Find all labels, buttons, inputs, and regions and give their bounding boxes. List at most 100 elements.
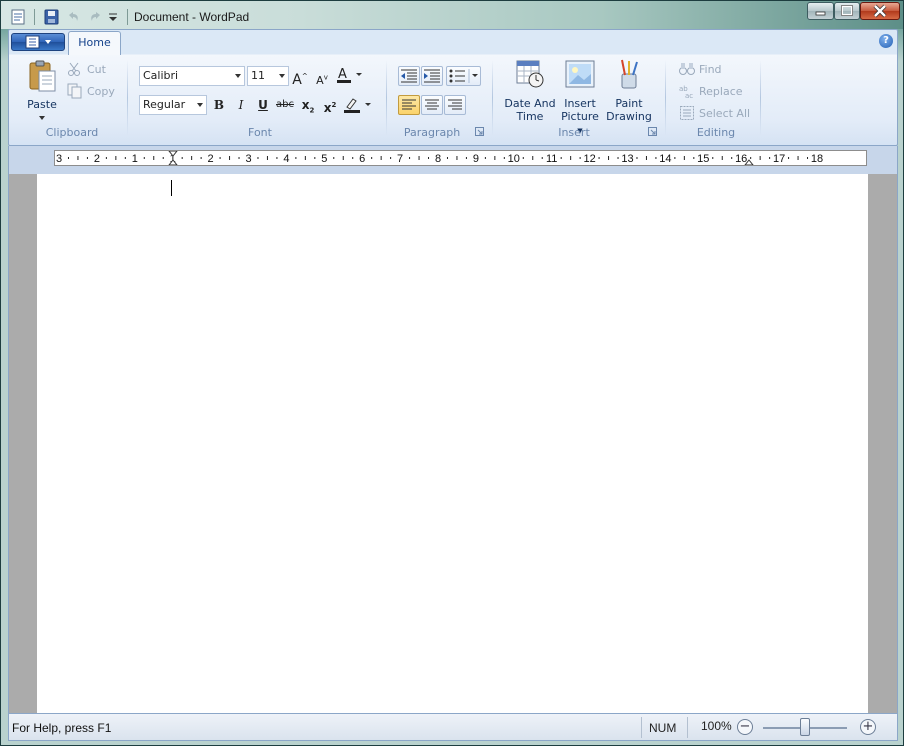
plus-icon: + xyxy=(862,719,874,734)
font-style-combo[interactable]: Regular xyxy=(139,95,207,115)
cut-label: Cut xyxy=(87,62,106,76)
cut-button[interactable]: Cut xyxy=(67,60,106,78)
ruler-label: 3 xyxy=(245,153,251,165)
font-style-value: Regular xyxy=(143,98,186,111)
chevron-down-icon xyxy=(279,74,285,78)
ruler-label: 5 xyxy=(321,153,327,165)
tab-home[interactable]: Home xyxy=(68,31,121,55)
strikethrough-icon: abc xyxy=(276,99,294,110)
insert-picture-label-1: Insert xyxy=(564,97,596,110)
close-button[interactable] xyxy=(860,2,900,20)
underline-icon: U xyxy=(258,98,268,112)
replace-icon: ab ac xyxy=(679,85,693,99)
wordpad-app-icon[interactable] xyxy=(11,9,25,25)
ruler-label: 12 xyxy=(583,153,595,165)
select-all-button[interactable]: Select All xyxy=(679,104,750,122)
zoom-level[interactable]: 100% xyxy=(701,719,732,733)
font-size-value: 11 xyxy=(251,69,265,82)
chevron-down-icon xyxy=(197,103,203,107)
ruler-label: 16 xyxy=(735,153,747,165)
decrease-indent-icon xyxy=(401,69,417,83)
align-center-icon xyxy=(425,99,439,110)
calendar-clock-icon xyxy=(516,60,544,88)
zoom-out-button[interactable]: − xyxy=(737,719,753,735)
clipboard-group-label: Clipboard xyxy=(45,126,99,139)
date-time-button[interactable]: Date And Time xyxy=(503,58,557,123)
paragraph-dialog-launcher-icon[interactable] xyxy=(475,127,484,136)
status-help-text: For Help, press F1 xyxy=(12,721,112,735)
paste-button[interactable]: Paste xyxy=(23,59,61,120)
insert-group-label: Insert xyxy=(558,126,590,139)
insert-dialog-launcher-icon[interactable] xyxy=(648,127,657,136)
ruler[interactable]: 3 2 1 1 2 3 4 5 6 7 8 9 10 11 12 13 14 15 16 17 18 xyxy=(54,150,867,166)
ruler-label: 1 xyxy=(132,153,138,165)
binoculars-icon xyxy=(679,63,695,75)
superscript-icon: x2 xyxy=(323,101,337,115)
copy-button[interactable]: Copy xyxy=(67,82,115,100)
replace-button[interactable]: ab ac Replace xyxy=(679,82,743,100)
close-icon xyxy=(873,4,887,18)
ruler-scale: 3 2 1 1 2 3 4 5 6 7 8 9 10 11 12 13 14 15 16 17 18 xyxy=(56,151,823,165)
italic-icon: I xyxy=(238,98,244,112)
help-icon[interactable]: ? xyxy=(879,34,893,48)
maximize-icon xyxy=(841,5,853,16)
status-bar: For Help, press F1 NUM 100% − + xyxy=(8,713,898,741)
group-separator xyxy=(492,60,493,136)
ruler-label: 6 xyxy=(359,153,365,165)
date-time-label-2: Time xyxy=(516,110,544,123)
subscript-button[interactable]: x2 xyxy=(298,95,318,115)
shrink-font-button[interactable]: Av xyxy=(312,67,332,87)
align-left-button[interactable] xyxy=(398,95,420,115)
find-button[interactable]: Find xyxy=(679,60,722,78)
paste-icon xyxy=(29,60,56,92)
save-icon[interactable] xyxy=(43,9,61,25)
superscript-button[interactable]: x2 xyxy=(320,95,340,115)
italic-button[interactable]: I xyxy=(231,95,251,115)
highlight-color-button[interactable] xyxy=(342,95,374,115)
wordpad-window: Document - WordPad Home ? Paste Cut Copy… xyxy=(0,0,904,746)
font-size-combo[interactable]: 11 xyxy=(247,66,289,86)
ruler-label: 15 xyxy=(697,153,709,165)
chevron-down-icon xyxy=(235,74,241,78)
customize-qat-icon[interactable] xyxy=(107,9,119,25)
text-caret xyxy=(171,180,172,196)
paint-drawing-button[interactable]: Paint Drawing xyxy=(605,58,653,123)
font-color-button[interactable]: A xyxy=(335,65,363,85)
ribbon: Home ? Paste Cut Copy Clipboard Calibri … xyxy=(8,29,898,146)
paint-drawing-label-1: Paint xyxy=(615,97,643,110)
bold-button[interactable]: B xyxy=(209,95,229,115)
find-label: Find xyxy=(699,62,722,76)
zoom-in-button[interactable]: + xyxy=(860,719,876,735)
ruler-label: 7 xyxy=(397,153,403,165)
increase-indent-icon xyxy=(424,69,440,83)
qat-separator xyxy=(34,9,35,25)
highlighter-icon xyxy=(344,98,371,113)
font-family-combo[interactable]: Calibri xyxy=(139,66,245,86)
minimize-button[interactable] xyxy=(807,2,834,20)
group-separator xyxy=(127,60,128,136)
document-page[interactable] xyxy=(37,174,868,713)
undo-icon[interactable] xyxy=(64,9,82,25)
align-center-button[interactable] xyxy=(421,95,443,115)
font-family-value: Calibri xyxy=(143,69,179,82)
grow-font-button[interactable]: A^ xyxy=(290,66,310,88)
bullet-list-button[interactable] xyxy=(446,66,481,86)
strikethrough-button[interactable]: abc xyxy=(275,95,295,115)
paste-label: Paste xyxy=(27,98,57,111)
zoom-slider-thumb[interactable] xyxy=(800,718,810,736)
ruler-label: 4 xyxy=(283,153,289,165)
redo-icon[interactable] xyxy=(87,9,105,25)
ruler-area: 3 2 1 1 2 3 4 5 6 7 8 9 10 11 12 13 14 15 16 17 18 xyxy=(8,146,898,174)
application-menu-button[interactable] xyxy=(11,33,65,51)
app-menu-icon xyxy=(25,35,51,49)
select-all-label: Select All xyxy=(699,106,751,120)
underline-button[interactable]: U xyxy=(253,95,273,115)
maximize-button[interactable] xyxy=(834,2,860,20)
decrease-indent-button[interactable] xyxy=(398,66,420,86)
ruler-label: 14 xyxy=(659,153,671,165)
align-left-icon xyxy=(402,99,416,110)
ruler-label: 2 xyxy=(94,153,100,165)
paint-brushes-icon xyxy=(621,59,638,89)
increase-indent-button[interactable] xyxy=(421,66,443,86)
align-right-button[interactable] xyxy=(444,95,466,115)
